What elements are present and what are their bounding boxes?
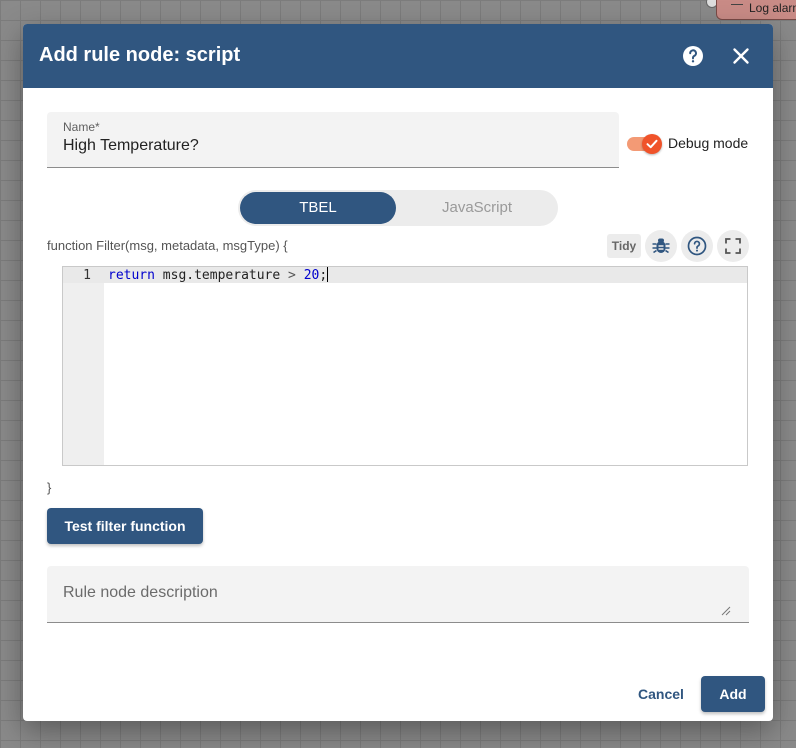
help-circle-icon bbox=[683, 46, 703, 66]
bug-icon bbox=[652, 238, 670, 254]
close-button[interactable] bbox=[729, 44, 753, 68]
dialog-title: Add rule node: script bbox=[39, 44, 241, 66]
line-number: 1 bbox=[83, 268, 91, 283]
name-field[interactable]: Name* bbox=[47, 112, 619, 168]
toggle-thumb bbox=[642, 134, 662, 154]
description-textarea[interactable] bbox=[63, 584, 733, 614]
add-rule-node-dialog: Add rule node: script Name* Debug mode T… bbox=[23, 24, 773, 721]
name-field-label: Name* bbox=[63, 120, 100, 134]
background-rule-node: Log alarm bbox=[716, 0, 796, 20]
name-input[interactable] bbox=[63, 137, 603, 155]
dialog-header: Add rule node: script bbox=[23, 24, 773, 88]
code-editor[interactable]: 1 return msg.temperature > 20; bbox=[62, 266, 748, 466]
script-language-toggle: TBEL JavaScript bbox=[238, 190, 558, 226]
code-line[interactable]: return msg.temperature > 20; bbox=[108, 267, 329, 284]
text-cursor bbox=[327, 267, 329, 282]
function-signature: function Filter(msg, metadata, msgType) … bbox=[47, 238, 288, 253]
test-filter-function-button[interactable]: Test filter function bbox=[47, 508, 203, 544]
language-option-javascript[interactable]: JavaScript bbox=[398, 192, 556, 224]
resize-handle-icon[interactable] bbox=[721, 606, 731, 616]
debug-script-button[interactable] bbox=[645, 230, 677, 262]
fullscreen-button[interactable] bbox=[717, 230, 749, 262]
rule-node-description-field[interactable] bbox=[47, 566, 749, 623]
tidy-button[interactable]: Tidy bbox=[607, 234, 641, 258]
node-icon bbox=[731, 4, 743, 5]
code-terminator: ; bbox=[319, 268, 328, 283]
code-keyword: return bbox=[108, 268, 155, 283]
help-button[interactable] bbox=[681, 44, 705, 68]
language-option-tbel[interactable]: TBEL bbox=[240, 192, 396, 224]
background-node-label: Log alarm bbox=[749, 1, 796, 15]
debug-mode-label: Debug mode bbox=[668, 135, 749, 151]
cancel-button[interactable]: Cancel bbox=[627, 676, 695, 712]
code-expression: msg.temperature bbox=[162, 268, 281, 283]
code-number: 20 bbox=[303, 268, 320, 283]
function-closing-brace: } bbox=[47, 480, 52, 495]
fullscreen-icon bbox=[725, 238, 741, 254]
editor-gutter bbox=[63, 267, 104, 465]
add-button[interactable]: Add bbox=[701, 676, 765, 712]
help-outline-icon bbox=[687, 236, 707, 256]
function-help-button[interactable] bbox=[681, 230, 713, 262]
code-operator: > bbox=[288, 268, 296, 283]
close-icon bbox=[733, 48, 749, 64]
check-icon bbox=[646, 139, 658, 149]
debug-mode-toggle[interactable] bbox=[627, 134, 663, 154]
